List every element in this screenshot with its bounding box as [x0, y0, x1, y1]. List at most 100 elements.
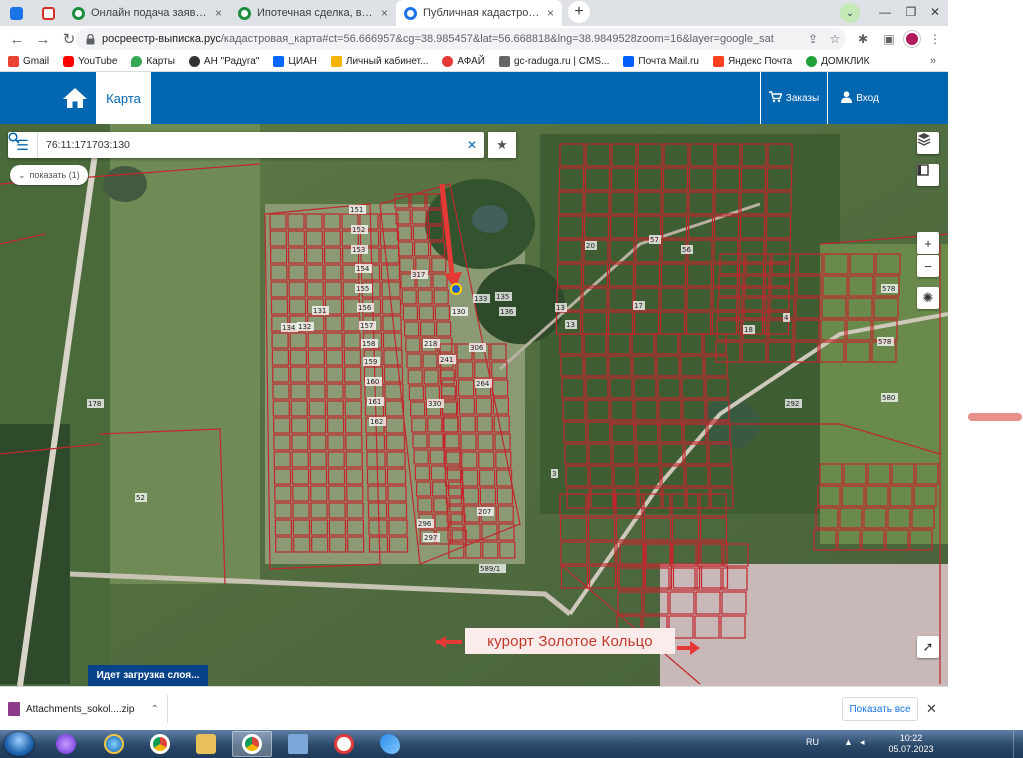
back-button[interactable]: ←	[4, 26, 30, 52]
avatar[interactable]	[904, 31, 920, 47]
clock[interactable]: 10:22 05.07.2023	[888, 733, 934, 755]
bookmark-youtube[interactable]: YouTube	[63, 56, 117, 67]
download-item[interactable]: Attachments_sokol....zip ⌃	[8, 695, 168, 723]
url-text[interactable]: росреестр-выписка.рус/кадастровая_карта#…	[102, 33, 802, 45]
selected-parcel-marker[interactable]	[450, 283, 462, 295]
address-bar[interactable]: росреестр-выписка.рус/кадастровая_карта#…	[76, 28, 846, 50]
satellite-map[interactable]: 151 152 153 154 155 156 157 158 159 160 161 162 317 1…	[0, 124, 948, 686]
share-icon[interactable]: ⇪	[802, 28, 824, 50]
parcel-number-label: 135	[496, 293, 509, 301]
home-icon[interactable]	[62, 86, 88, 110]
volume-icon[interactable]: ◂	[860, 737, 865, 748]
internet-explorer-icon	[104, 734, 124, 754]
taskbar-yandex-browser[interactable]	[324, 731, 364, 757]
bookmarks-bar: Gmail YouTube Карты АН "Радуга" ЦИАН Лич…	[0, 52, 948, 72]
parcel-number-label: 578	[882, 285, 895, 293]
chrome-icon	[150, 734, 170, 754]
taskbar-photos[interactable]	[278, 731, 318, 757]
taskbar-chrome[interactable]	[140, 731, 180, 757]
bookmark-yandex-mail[interactable]: Яндекс Почта	[712, 56, 792, 67]
network-icon[interactable]: ▲	[844, 737, 853, 747]
layers-icon[interactable]	[917, 132, 939, 154]
legend-icon[interactable]	[917, 164, 939, 186]
parcel-number-label: 13	[566, 321, 575, 329]
loading-spinner-icon[interactable]: ✺	[917, 287, 939, 309]
extensions-icon[interactable]: ✱	[852, 28, 874, 50]
cart-icon	[768, 90, 783, 106]
parcel-number-label: 18	[744, 326, 753, 334]
parcel-number-label: 136	[500, 308, 514, 316]
geolocate-arrow-icon[interactable]: ➚	[917, 636, 939, 658]
gear-icon	[498, 56, 510, 67]
bookmark-afay[interactable]: АФАЙ	[442, 56, 485, 67]
bookmark-domclick[interactable]: ДОМКЛИК	[806, 56, 869, 67]
url-host: росреестр-выписка.рус	[102, 33, 221, 45]
tab-strip: Онлайн подача заявки на ипотe × Ипотечна…	[0, 0, 948, 26]
lock-icon[interactable]	[84, 33, 96, 45]
taskbar-chrome-active[interactable]	[232, 731, 272, 757]
cadastral-search-bar: ☰ ✕	[8, 132, 484, 158]
chevron-up-icon[interactable]: ⌃	[151, 704, 159, 715]
bookmark-cian[interactable]: ЦИАН	[273, 56, 317, 67]
bookmark-maps[interactable]: Карты	[131, 56, 175, 67]
language-indicator[interactable]: RU	[806, 737, 819, 747]
more-bookmarks-icon[interactable]: »	[930, 55, 936, 67]
bookmark-label: Gmail	[23, 56, 50, 67]
clock-time: 10:22	[899, 733, 923, 743]
taskbar-alice[interactable]	[46, 731, 86, 757]
close-icon[interactable]: ×	[381, 6, 388, 20]
chrome-icon	[242, 734, 262, 754]
show-all-downloads-button[interactable]: Показать все	[842, 697, 918, 721]
bookmark-gmail[interactable]: Gmail	[8, 56, 49, 67]
favorites-star-icon[interactable]: ★	[488, 132, 516, 158]
tab-search-chevron-icon[interactable]: ⌄	[840, 3, 860, 23]
clear-icon[interactable]: ✕	[460, 132, 484, 158]
house-icon	[330, 56, 342, 67]
close-icon[interactable]: ✕	[926, 701, 937, 717]
bookmark-star-icon[interactable]: ☆	[824, 28, 846, 50]
bookmark-label: gc-raduga.ru | CMS...	[513, 56, 610, 67]
close-icon[interactable]: ×	[547, 6, 554, 20]
zoom-in-button[interactable]: +	[917, 232, 939, 254]
tab-mail[interactable]	[0, 0, 32, 26]
forward-button[interactable]: →	[30, 26, 56, 52]
bookmark-gc-raduga[interactable]: gc-raduga.ru | CMS...	[498, 56, 610, 67]
zoom-out-button[interactable]: −	[917, 255, 939, 277]
start-button[interactable]	[4, 732, 34, 756]
parcel-number-label: 158	[362, 340, 375, 348]
window-close-icon[interactable]: ✕	[922, 2, 948, 22]
orders-button[interactable]: Заказы	[760, 72, 828, 124]
show-results-pill[interactable]: ⌄ показать (1)	[10, 165, 88, 185]
parcel-number-label: 306	[470, 344, 484, 352]
show-results-label: показать (1)	[29, 170, 80, 180]
taskbar-ie[interactable]	[94, 731, 134, 757]
login-button[interactable]: Вход	[830, 72, 890, 124]
taskbar-app[interactable]	[370, 731, 410, 757]
cadastral-search-input[interactable]	[38, 133, 436, 157]
screen: Онлайн подача заявки на ипотe × Ипотечна…	[0, 0, 1023, 758]
map-canvas: 1511521531541551561571581591601611623171…	[0, 124, 948, 686]
kebab-menu-icon[interactable]: ⋮	[924, 28, 946, 50]
bookmark-label: ЦИАН	[288, 56, 317, 67]
parcel-number-label: 159	[364, 358, 377, 366]
tab-mortgage-deal[interactable]: Ипотечная сделка, войти в личн ×	[230, 0, 396, 26]
tab-mortgage-application[interactable]: Онлайн подача заявки на ипотe ×	[64, 0, 230, 26]
yandex-icon	[712, 56, 724, 67]
minimize-icon[interactable]: —	[872, 2, 898, 22]
search-icon[interactable]	[8, 132, 460, 158]
tab-cadastral-map[interactable]: Публичная кадастровая карта Р ×	[396, 0, 562, 26]
parcel-number-label: 52	[136, 494, 145, 502]
taskbar-explorer[interactable]	[186, 731, 226, 757]
show-desktop-button[interactable]	[1013, 730, 1023, 758]
bookmark-mailru[interactable]: Почта Mail.ru	[623, 56, 699, 67]
new-tab-button[interactable]: +	[568, 1, 590, 23]
map-tab[interactable]: Карта	[96, 72, 151, 124]
tab-gmail[interactable]	[32, 0, 64, 26]
bookmark-raduga[interactable]: АН "Радуга"	[188, 56, 259, 67]
maximize-icon[interactable]: ❐	[898, 2, 924, 22]
globe-icon	[188, 56, 200, 67]
side-panel-icon[interactable]: ▣	[878, 28, 900, 50]
browser-window: Онлайн подача заявки на ипотe × Ипотечна…	[0, 0, 948, 730]
bookmark-cabinet[interactable]: Личный кабинет...	[330, 56, 428, 67]
close-icon[interactable]: ×	[215, 6, 222, 20]
